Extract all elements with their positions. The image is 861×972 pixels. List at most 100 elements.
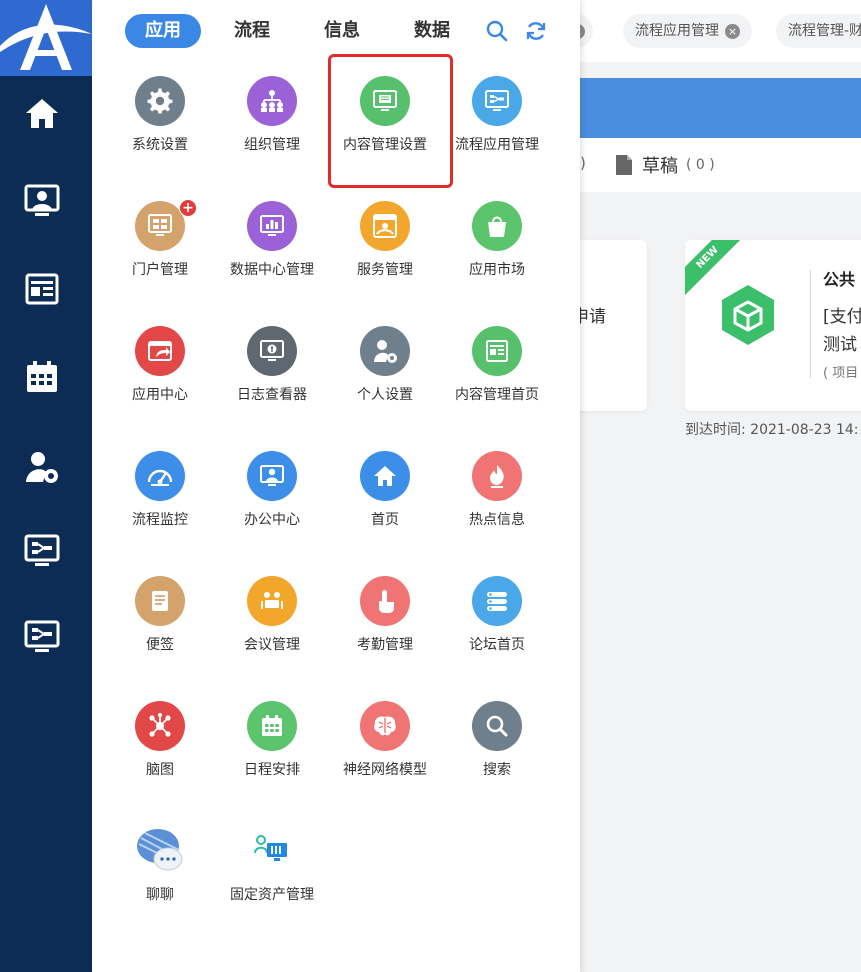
app-label: 内容管理设置 bbox=[343, 137, 427, 153]
app-tile[interactable]: 日志查看器 bbox=[217, 326, 327, 436]
gear-icon bbox=[135, 76, 185, 126]
card-line: [支付 bbox=[823, 307, 861, 327]
app-label: 脑图 bbox=[146, 762, 174, 778]
close-icon[interactable]: × bbox=[725, 23, 740, 39]
draft-filter[interactable]: 草稿 ( 0 ) bbox=[614, 152, 715, 178]
main-sidebar bbox=[0, 0, 92, 972]
home-icon[interactable] bbox=[21, 92, 63, 134]
app-tile[interactable]: 内容管理设置 bbox=[330, 76, 440, 186]
app-label: 服务管理 bbox=[357, 262, 413, 278]
app-label: 组织管理 bbox=[244, 137, 300, 153]
search-icon[interactable] bbox=[486, 20, 508, 42]
app-label: 会议管理 bbox=[244, 637, 300, 653]
monitor-doc-icon bbox=[360, 76, 410, 126]
page-tab-label: 流程应用管理 bbox=[635, 23, 719, 39]
calendar-icon bbox=[247, 701, 297, 751]
gauge-icon bbox=[135, 451, 185, 501]
service-icon bbox=[360, 201, 410, 251]
app-label: 考勤管理 bbox=[357, 637, 413, 653]
draft-label: 草稿 bbox=[642, 156, 678, 177]
app-tile[interactable]: 聊聊 bbox=[105, 826, 215, 936]
app-label: 办公中心 bbox=[244, 512, 300, 528]
page-tab-flow-finance[interactable]: 流程管理-财 bbox=[776, 14, 861, 48]
app-tile[interactable]: 论坛首页 bbox=[442, 576, 552, 686]
tab-data[interactable]: 数据 bbox=[407, 14, 457, 48]
monitor-flow-icon[interactable] bbox=[21, 616, 63, 658]
app-tile[interactable]: 应用市场 bbox=[442, 201, 552, 311]
user-settings-icon[interactable] bbox=[21, 446, 63, 488]
app-label: 聊聊 bbox=[146, 887, 174, 903]
card-title: 申请 bbox=[580, 307, 606, 327]
app-label: 数据中心管理 bbox=[230, 262, 314, 278]
page-tab[interactable]: × bbox=[580, 14, 593, 48]
app-label: 日程安排 bbox=[244, 762, 300, 778]
app-tile[interactable]: 组织管理 bbox=[217, 76, 327, 186]
card-title: 公共 bbox=[823, 270, 856, 289]
touch-icon bbox=[360, 576, 410, 626]
app-tile[interactable]: 流程监控 bbox=[105, 451, 215, 561]
page-tab-label: 流程管理-财 bbox=[788, 23, 861, 39]
task-card[interactable]: 申请 bbox=[580, 240, 647, 411]
user-settings-icon bbox=[360, 326, 410, 376]
news-icon[interactable] bbox=[21, 268, 63, 310]
close-icon[interactable]: × bbox=[580, 23, 585, 39]
app-tile[interactable]: 考勤管理 bbox=[330, 576, 440, 686]
monitor-flow-icon bbox=[472, 76, 522, 126]
forum-icon bbox=[472, 576, 522, 626]
app-tile[interactable]: 服务管理 bbox=[330, 201, 440, 311]
app-tile[interactable]: 首页 bbox=[330, 451, 440, 561]
news-icon bbox=[472, 326, 522, 376]
app-tile[interactable]: 热点信息 bbox=[442, 451, 552, 561]
page-tab-flow-app[interactable]: 流程应用管理 × bbox=[623, 14, 752, 48]
app-label: 日志查看器 bbox=[237, 387, 307, 403]
app-logo[interactable] bbox=[0, 0, 92, 76]
app-tile[interactable]: 数据中心管理 bbox=[217, 201, 327, 311]
background-page: × 流程应用管理 × 流程管理-财 ) 草稿 ( 0 ) 申请 NEW 公共 [… bbox=[580, 0, 861, 972]
card-divider bbox=[810, 270, 811, 378]
page-tab-bar: × 流程应用管理 × 流程管理-财 bbox=[580, 0, 861, 62]
refresh-icon[interactable] bbox=[525, 20, 547, 42]
app-label: 便签 bbox=[146, 637, 174, 653]
monitor-flow-icon[interactable] bbox=[21, 530, 63, 572]
app-tile[interactable]: 脑图 bbox=[105, 701, 215, 811]
app-tile[interactable]: 个人设置 bbox=[330, 326, 440, 436]
app-tile[interactable]: 内容管理首页 bbox=[442, 326, 552, 436]
app-tile[interactable]: 神经网络模型 bbox=[330, 701, 440, 811]
page-header-bar bbox=[580, 78, 861, 138]
portal-grid-icon bbox=[135, 201, 185, 251]
calendar-icon[interactable] bbox=[21, 356, 63, 398]
app-label: 应用中心 bbox=[132, 387, 188, 403]
app-label: 流程监控 bbox=[132, 512, 188, 528]
app-tile[interactable]: + 门户管理 bbox=[105, 199, 215, 311]
task-card[interactable]: NEW 公共 [支付 测试 ( 项目 bbox=[685, 240, 861, 411]
app-launcher-panel: 应用 流程 信息 数据 系统设置 组织管理 内容管理设置 流程应用管理 + 门户管理 数据中… bbox=[92, 0, 580, 972]
mind-map-icon bbox=[135, 701, 185, 751]
app-share-icon bbox=[135, 326, 185, 376]
search-icon bbox=[472, 701, 522, 751]
tab-apps[interactable]: 应用 bbox=[125, 14, 201, 48]
fire-icon bbox=[472, 451, 522, 501]
app-label: 个人设置 bbox=[357, 387, 413, 403]
card-meta: ( 项目 bbox=[823, 366, 859, 381]
filter-bar: ) 草稿 ( 0 ) bbox=[580, 138, 861, 192]
note-icon bbox=[135, 576, 185, 626]
app-tile[interactable]: 搜索 bbox=[442, 701, 552, 811]
app-tile[interactable]: 便签 bbox=[105, 576, 215, 686]
app-tile[interactable]: 应用中心 bbox=[105, 326, 215, 436]
tab-info[interactable]: 信息 bbox=[317, 14, 367, 48]
shopping-bag-icon bbox=[472, 201, 522, 251]
bar-chart-icon bbox=[247, 201, 297, 251]
tab-flow[interactable]: 流程 bbox=[227, 14, 277, 48]
app-tile[interactable]: 日程安排 bbox=[217, 701, 327, 811]
app-label: 热点信息 bbox=[469, 512, 525, 528]
asset-screen-icon bbox=[247, 826, 297, 876]
app-tile[interactable]: 固定资产管理 bbox=[217, 826, 327, 936]
count-fragment: ) bbox=[580, 154, 586, 172]
draft-count: ( 0 ) bbox=[686, 157, 715, 173]
app-tile[interactable]: 系统设置 bbox=[105, 76, 215, 186]
office-user-icon[interactable] bbox=[21, 180, 63, 222]
app-tile[interactable]: 办公中心 bbox=[217, 451, 327, 561]
app-tile[interactable]: 会议管理 bbox=[217, 576, 327, 686]
app-tile[interactable]: 流程应用管理 bbox=[442, 76, 552, 186]
home-icon bbox=[360, 451, 410, 501]
